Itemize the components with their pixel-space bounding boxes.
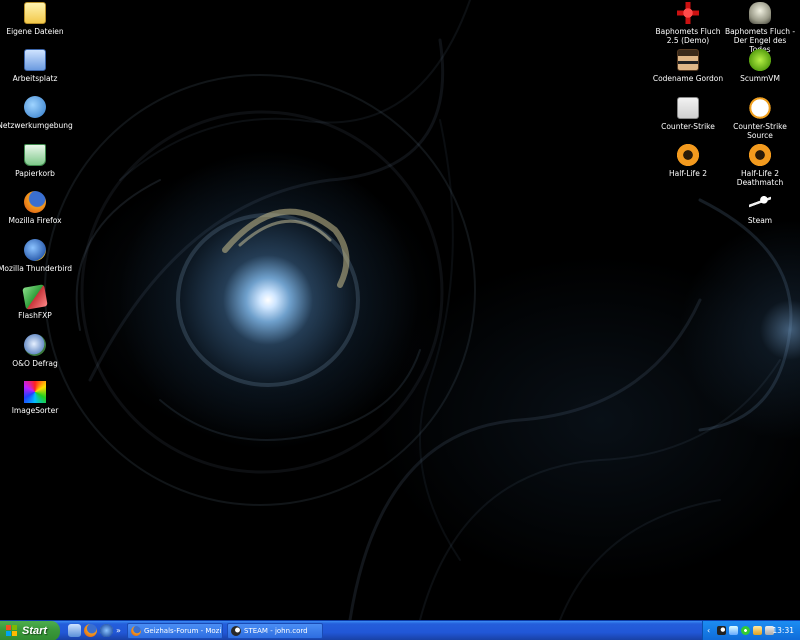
desktop-icon-mozilla-firefox[interactable]: Mozilla Firefox bbox=[0, 191, 73, 225]
network-tray-icon[interactable] bbox=[729, 626, 738, 635]
desktop-icon-label: Mozilla Thunderbird bbox=[0, 264, 73, 273]
desktop-icon-counter-strike[interactable]: Counter-Strike bbox=[650, 97, 726, 131]
desktop-icon-engel-des-todes[interactable]: Baphomets Fluch - Der Engel des Todes bbox=[722, 2, 798, 54]
imagesorter-icon bbox=[24, 381, 46, 403]
desktop-icon-label: ImageSorter bbox=[11, 406, 59, 415]
firefox-icon bbox=[131, 626, 141, 636]
desktop-icon-label: Papierkorb bbox=[15, 169, 55, 178]
desktop-icon-label: Baphomets Fluch 2.5 (Demo) bbox=[655, 27, 721, 45]
scummvm-icon bbox=[749, 49, 771, 71]
desktop-icon-eigene-dateien[interactable]: Eigene Dateien bbox=[0, 2, 73, 36]
firefox-icon bbox=[24, 191, 46, 213]
icq-tray-icon[interactable] bbox=[741, 626, 750, 635]
engel-des-todes-icon bbox=[749, 2, 771, 24]
recycle-bin-icon bbox=[24, 144, 46, 166]
desktop-icon-label: Counter-Strike bbox=[661, 122, 715, 131]
taskbar: Start » Geizhals-Forum - Mozi... STEAM -… bbox=[0, 620, 800, 640]
steam-icon bbox=[749, 191, 771, 213]
wallpaper-swirls bbox=[44, 0, 793, 620]
desktop-icon-codename-gordon[interactable]: Codename Gordon bbox=[650, 49, 726, 83]
desktop-icon-papierkorb[interactable]: Papierkorb bbox=[0, 144, 73, 178]
start-button[interactable]: Start bbox=[0, 621, 60, 640]
desktop-icon-half-life-2-deathmatch[interactable]: Half-Life 2 Deathmatch bbox=[722, 144, 798, 187]
half-life-2-deathmatch-icon bbox=[749, 144, 771, 166]
firefox-icon[interactable] bbox=[84, 624, 97, 637]
counter-strike-icon bbox=[677, 97, 699, 119]
thunderbird-icon bbox=[24, 239, 46, 261]
my-computer-icon bbox=[24, 49, 46, 71]
desktop-icon-imagesorter[interactable]: ImageSorter bbox=[0, 381, 73, 415]
taskbar-button-label: STEAM - john.cord bbox=[244, 627, 308, 635]
start-label: Start bbox=[22, 625, 48, 637]
desktop-icon-arbeitsplatz[interactable]: Arbeitsplatz bbox=[0, 49, 73, 83]
taskbar-clock[interactable]: 13:31 bbox=[772, 621, 794, 640]
system-tray: ‹ 13:31 bbox=[702, 621, 800, 640]
desktop-icon-label: Arbeitsplatz bbox=[12, 74, 58, 83]
desktop-icon-label: Netzwerkumgebung bbox=[0, 121, 73, 130]
codename-gordon-icon bbox=[677, 49, 699, 71]
tray-expand-icon[interactable]: ‹ bbox=[707, 626, 715, 635]
taskbar-button-firefox[interactable]: Geizhals-Forum - Mozi... bbox=[127, 623, 223, 639]
desktop-icon-label: O&O Defrag bbox=[12, 359, 58, 368]
desktop-icon-scummvm[interactable]: ScummVM bbox=[722, 49, 798, 83]
show-desktop-icon[interactable] bbox=[68, 624, 81, 637]
desktop-icon-label: Eigene Dateien bbox=[6, 27, 64, 36]
desktop-icon-baphomets-fluch-demo[interactable]: Baphomets Fluch 2.5 (Demo) bbox=[650, 2, 726, 45]
my-documents-icon bbox=[24, 2, 46, 24]
desktop-icon-label: Mozilla Firefox bbox=[8, 216, 62, 225]
quick-launch-expand-icon[interactable]: » bbox=[116, 624, 122, 637]
taskbar-button-label: Geizhals-Forum - Mozi... bbox=[144, 627, 223, 635]
desktop-icon-label: ScummVM bbox=[740, 74, 780, 83]
desktop-icon-label: Half-Life 2 bbox=[669, 169, 707, 178]
half-life-2-icon bbox=[677, 144, 699, 166]
desktop-icon-label: Steam bbox=[747, 216, 773, 225]
desktop-icon-flashfxp[interactable]: FlashFXP bbox=[0, 284, 73, 320]
desktop-icon-netzwerkumgebung[interactable]: Netzwerkumgebung bbox=[0, 96, 73, 130]
network-places-icon bbox=[24, 96, 46, 118]
thunderbird-icon[interactable] bbox=[100, 624, 113, 637]
counter-strike-source-icon bbox=[749, 97, 771, 119]
security-tray-icon[interactable] bbox=[753, 626, 762, 635]
desktop-icon-steam[interactable]: Steam bbox=[722, 191, 798, 225]
desktop-wallpaper bbox=[0, 0, 800, 620]
desktop-icon-counter-strike-source[interactable]: Counter-Strike Source bbox=[722, 97, 798, 140]
steam-icon bbox=[231, 626, 241, 636]
desktop-icon-mozilla-thunderbird[interactable]: Mozilla Thunderbird bbox=[0, 239, 73, 273]
steam-tray-icon[interactable] bbox=[717, 626, 726, 635]
taskbar-button-steam[interactable]: STEAM - john.cord bbox=[227, 623, 323, 639]
defrag-icon bbox=[24, 334, 46, 356]
desktop-icon-half-life-2[interactable]: Half-Life 2 bbox=[650, 144, 726, 178]
desktop-icon-oo-defrag[interactable]: O&O Defrag bbox=[0, 334, 73, 368]
desktop-icon-label: FlashFXP bbox=[18, 311, 52, 320]
desktop-icon-label: Half-Life 2 Deathmatch bbox=[736, 169, 784, 187]
baphomets-fluch-icon bbox=[677, 2, 699, 24]
windows-logo-icon bbox=[6, 625, 18, 637]
desktop-icon-label: Counter-Strike Source bbox=[733, 122, 787, 140]
desktop-icon-label: Codename Gordon bbox=[652, 74, 724, 83]
flashfxp-icon bbox=[22, 284, 48, 310]
